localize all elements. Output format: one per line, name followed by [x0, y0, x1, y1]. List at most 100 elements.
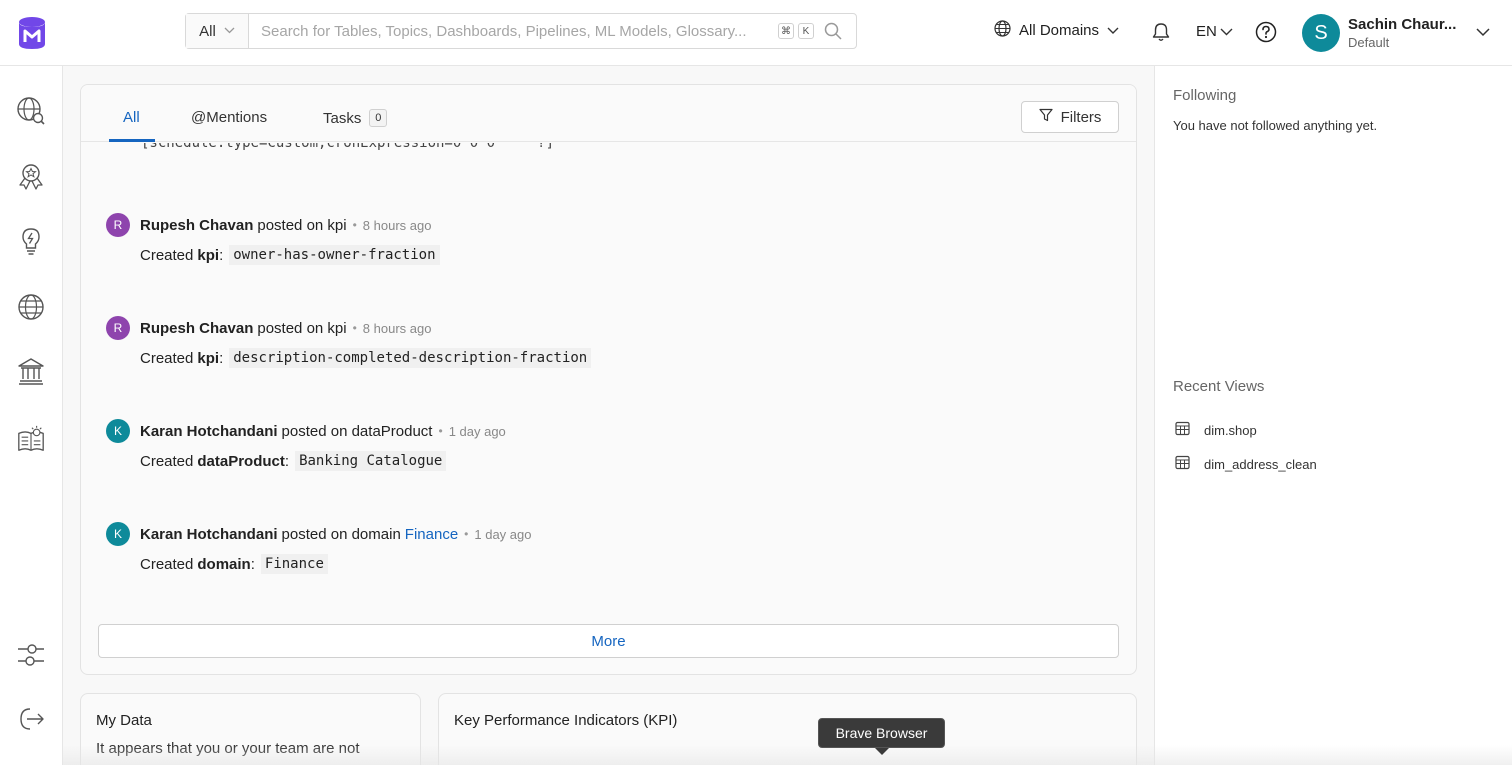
avatar: K — [106, 522, 130, 546]
main-content: All @Mentions Tasks 0 Filters [schedule:… — [63, 66, 1154, 765]
list-item: K Karan Hotchandani posted on domain Fin… — [106, 522, 531, 574]
recent-view-item[interactable]: dim_address_clean — [1175, 455, 1317, 473]
post-time: 1 day ago — [448, 423, 506, 439]
globe-icon — [994, 20, 1011, 41]
shortcut-k-key: K — [798, 23, 814, 39]
notification-bell-icon[interactable] — [1151, 22, 1171, 47]
avatar: R — [106, 316, 130, 340]
right-panel: Following You have not followed anything… — [1154, 66, 1512, 765]
explore-icon[interactable] — [16, 96, 46, 126]
separator-dot: • — [352, 321, 357, 335]
language-label: EN — [1196, 23, 1217, 40]
created-label: Created — [140, 246, 194, 264]
post-author[interactable]: Karan Hotchandani — [140, 423, 278, 440]
following-empty-text: You have not followed anything yet. — [1173, 118, 1378, 133]
search-icon[interactable] — [818, 22, 848, 40]
search-scope-label: All — [199, 22, 216, 40]
list-item: R Rupesh Chavan posted on kpi • 8 hours … — [106, 213, 440, 265]
list-item: R Rupesh Chavan posted on kpi • 8 hours … — [106, 316, 592, 368]
shortcut-mod-key: ⌘ — [778, 23, 794, 39]
domains-icon[interactable] — [16, 292, 46, 322]
colon: : — [284, 452, 290, 470]
table-icon — [1175, 455, 1190, 473]
created-label: Created — [140, 452, 194, 470]
recent-view-item[interactable]: dim.shop — [1175, 421, 1257, 439]
colon: : — [250, 555, 255, 573]
user-menu[interactable]: S Sachin Chaur... Default — [1302, 14, 1490, 52]
entity-name[interactable]: Finance — [260, 554, 328, 574]
glossary-icon[interactable] — [16, 424, 46, 454]
avatar: S — [1302, 14, 1340, 52]
feed-tabs: All @Mentions Tasks 0 Filters — [81, 85, 1136, 142]
user-role: Default — [1348, 35, 1390, 50]
logout-icon[interactable] — [16, 704, 46, 734]
separator-dot: • — [438, 424, 443, 438]
tab-tasks[interactable]: Tasks 0 — [323, 109, 388, 127]
left-nav — [0, 66, 63, 765]
recent-views-title: Recent Views — [1173, 378, 1265, 395]
separator-dot: • — [464, 527, 469, 541]
recent-view-label: dim_address_clean — [1204, 456, 1317, 472]
post-author[interactable]: Rupesh Chavan — [140, 217, 253, 234]
tasks-count-badge: 0 — [369, 109, 388, 127]
app-logo[interactable] — [16, 16, 48, 50]
entity-type: dataProduct — [197, 452, 285, 470]
domain-selector[interactable]: All Domains — [994, 20, 1119, 41]
chevron-down-icon — [1107, 22, 1119, 39]
post-time: 1 day ago — [474, 526, 532, 542]
insights-icon[interactable] — [16, 226, 46, 256]
tab-all[interactable]: All — [123, 109, 140, 126]
filters-button[interactable]: Filters — [1021, 101, 1119, 133]
search-scope-select[interactable]: All — [186, 14, 249, 48]
separator-dot: • — [352, 218, 357, 232]
settings-icon[interactable] — [16, 640, 46, 670]
chevron-down-icon — [1476, 24, 1490, 42]
chevron-down-icon — [1220, 23, 1233, 40]
help-icon[interactable] — [1255, 21, 1277, 48]
avatar: R — [106, 213, 130, 237]
entity-name[interactable]: description-completed-description-fracti… — [229, 348, 592, 368]
list-item: K Karan Hotchandani posted on dataProduc… — [106, 419, 506, 471]
filter-icon — [1038, 108, 1053, 126]
tooltip-arrow — [875, 748, 889, 755]
post-action: posted on kpi — [257, 319, 347, 337]
search-input[interactable] — [249, 14, 778, 48]
my-data-title: My Data — [96, 712, 152, 729]
active-tab-indicator — [109, 139, 155, 142]
domain-link[interactable]: Finance — [405, 526, 458, 543]
language-selector[interactable]: EN — [1196, 23, 1233, 40]
dock-tooltip: Brave Browser — [818, 718, 945, 748]
created-label: Created — [140, 555, 194, 573]
post-action: posted on dataProduct — [281, 422, 433, 440]
activity-feed-card: All @Mentions Tasks 0 Filters [schedule:… — [80, 84, 1137, 675]
kpi-title: Key Performance Indicators (KPI) — [454, 712, 678, 729]
chevron-down-icon — [224, 26, 235, 37]
quality-icon[interactable] — [16, 162, 46, 192]
top-bar: All ⌘ K All Domains EN S — [0, 0, 1512, 66]
post-author[interactable]: Rupesh Chavan — [140, 320, 253, 337]
feed-list: [schedule:type=Custom,cronExpression=0 0… — [81, 143, 1136, 613]
entity-type: kpi — [197, 246, 220, 264]
truncated-feed-text: [schedule:type=Custom,cronExpression=0 0… — [141, 143, 555, 151]
avatar: K — [106, 419, 130, 443]
tab-tasks-label: Tasks — [323, 109, 362, 127]
domain-selector-label: All Domains — [1019, 22, 1100, 39]
entity-name[interactable]: owner-has-owner-fraction — [229, 245, 440, 265]
governance-icon[interactable] — [16, 356, 46, 386]
created-label: Created — [140, 349, 194, 367]
post-action: posted on kpi — [257, 216, 347, 234]
tab-all-label: All — [123, 109, 140, 126]
entity-type: domain — [197, 555, 251, 573]
user-name: Sachin Chaur... — [1348, 16, 1457, 33]
post-author[interactable]: Karan Hotchandani — [140, 526, 278, 543]
filters-label: Filters — [1060, 108, 1102, 126]
post-time: 8 hours ago — [362, 217, 432, 233]
recent-view-label: dim.shop — [1204, 422, 1257, 438]
entity-name[interactable]: Banking Catalogue — [295, 451, 447, 471]
tab-mentions[interactable]: @Mentions — [191, 109, 267, 126]
following-title: Following — [1173, 87, 1237, 104]
more-button[interactable]: More — [98, 624, 1119, 658]
tab-mentions-label: @Mentions — [191, 109, 268, 126]
post-time: 8 hours ago — [362, 320, 432, 336]
dock-shadow — [63, 745, 1512, 765]
